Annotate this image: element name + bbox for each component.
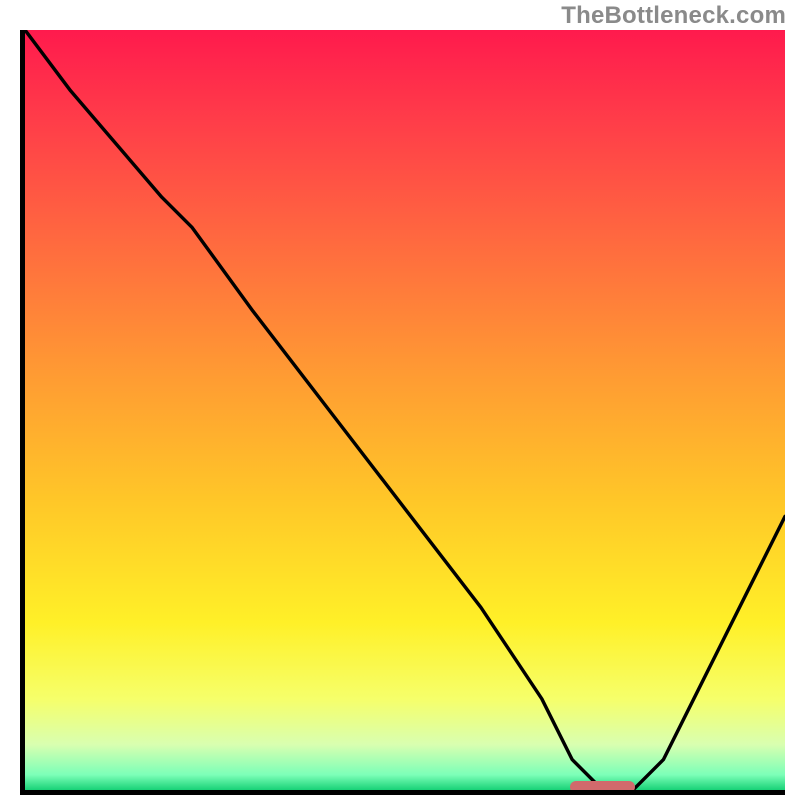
plot-frame [20,30,785,795]
optimal-point-marker [570,781,635,790]
bottleneck-curve [25,30,785,790]
watermark-text: TheBottleneck.com [561,2,786,30]
plot-area [25,30,785,790]
chart-container: TheBottleneck.com [0,0,800,800]
